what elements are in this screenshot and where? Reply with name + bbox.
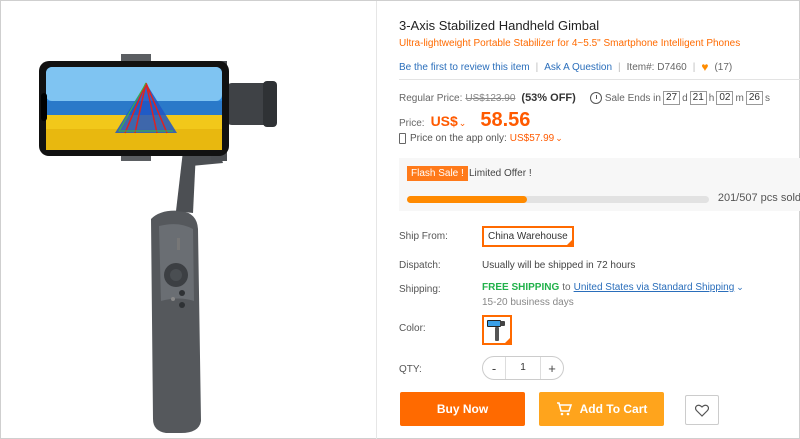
app-price[interactable]: US$57.99 — [510, 133, 554, 144]
heart-outline-icon — [695, 404, 709, 417]
product-subtitle: Ultra-lightweight Portable Stabilizer fo… — [399, 38, 741, 49]
selected-corner-icon — [565, 239, 573, 246]
separator: | — [618, 61, 621, 73]
add-to-cart-label: Add To Cart — [579, 402, 648, 416]
product-title: 3-Axis Stabilized Handheld Gimbal — [399, 18, 600, 33]
chevron-down-icon[interactable]: ⌄ — [555, 133, 563, 144]
sold-progress-bar — [407, 196, 709, 203]
countdown-minutes: 02 — [716, 91, 734, 105]
shipping-days: 15-20 business days — [482, 297, 574, 308]
price-label: Price: — [399, 118, 425, 129]
quantity-stepper: - 1 + — [482, 356, 564, 380]
countdown-seconds: 26 — [745, 91, 763, 105]
product-page: 3-Axis Stabilized Handheld Gimbal Ultra-… — [0, 0, 800, 439]
separator: | — [535, 61, 539, 73]
sold-count: 201/507 pcs sold — [717, 192, 800, 204]
chevron-down-icon[interactable]: ⌄ — [459, 118, 467, 129]
chevron-down-icon[interactable]: ⌄ — [736, 282, 744, 292]
ship-from-value: China Warehouse — [488, 231, 568, 242]
countdown-days: 27 — [662, 91, 681, 105]
cart-icon — [556, 402, 572, 416]
ship-from-label: Ship From: — [399, 231, 448, 242]
color-label: Color: — [399, 323, 426, 334]
shipping-destination-link[interactable]: United States via Standard Shipping — [574, 282, 735, 293]
ask-question-link[interactable]: Ask A Question — [544, 62, 612, 73]
flash-sale-text: Limited Offer ! — [469, 168, 532, 179]
flash-sale-badge: Flash Sale ! — [407, 166, 468, 181]
sold-progress-fill — [407, 196, 527, 203]
shipping-value: FREE SHIPPING to United States via Standar… — [482, 282, 744, 293]
selected-corner-icon — [504, 337, 511, 344]
qty-label: QTY: — [399, 364, 422, 375]
product-image-panel — [1, 1, 377, 439]
review-link[interactable]: Be the first to review this item — [399, 62, 530, 73]
dispatch-label: Dispatch: — [399, 260, 441, 271]
currency-selector[interactable]: US$ — [431, 113, 458, 129]
regular-price: US$123.90 — [465, 92, 516, 104]
sale-ends-label: Sale Ends in — [604, 92, 661, 104]
wishlist-button[interactable] — [685, 395, 719, 425]
discount-percent: (53% OFF) — [521, 92, 576, 104]
qty-decrease-button[interactable]: - — [483, 357, 505, 379]
app-price-label: Price on the app only: — [410, 133, 507, 144]
add-to-cart-button[interactable]: Add To Cart — [539, 392, 664, 426]
sale-price: 58.56 — [480, 109, 531, 131]
ship-from-option[interactable]: China Warehouse — [482, 226, 574, 247]
color-option-swatch[interactable] — [482, 315, 512, 345]
phone-icon — [399, 133, 406, 144]
dispatch-value: Usually will be shipped in 72 hours — [482, 260, 636, 271]
free-shipping: FREE SHIPPING — [482, 282, 560, 293]
gimbal-product-image[interactable] — [1, 1, 377, 439]
shipping-label: Shipping: — [399, 284, 441, 295]
app-price-row: Price on the app only: US$57.99 ⌄ — [399, 133, 563, 144]
item-number: Item#: D7460 — [626, 61, 687, 73]
regular-price-label: Regular Price: — [399, 92, 463, 104]
shipping-to: to — [562, 282, 571, 293]
clock-icon — [589, 92, 602, 104]
qty-increase-button[interactable]: + — [541, 357, 563, 379]
product-details-panel: 3-Axis Stabilized Handheld Gimbal Ultra-… — [377, 1, 800, 439]
price-row: Price: US$ ⌄ 58.56 — [399, 109, 530, 132]
buy-now-button[interactable]: Buy Now — [400, 392, 525, 426]
separator: | — [692, 61, 696, 73]
favorites-count: (17) — [714, 61, 733, 73]
flash-sale-panel: Flash Sale ! Limited Offer ! 201/507 pcs… — [399, 158, 800, 211]
countdown-hours: 21 — [689, 91, 707, 105]
heart-icon[interactable]: ♥ — [701, 60, 708, 74]
regular-price-row: Regular Price: US$123.90 (53% OFF) Sale … — [399, 91, 770, 105]
divider — [399, 79, 800, 80]
qty-input[interactable]: 1 — [505, 357, 541, 379]
product-meta-row: Be the first to review this item | Ask A… — [399, 60, 732, 74]
